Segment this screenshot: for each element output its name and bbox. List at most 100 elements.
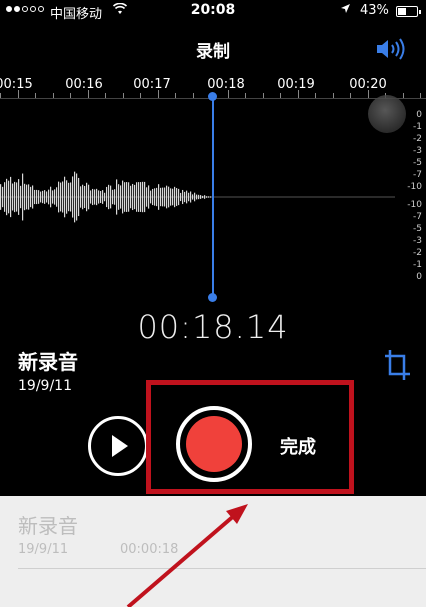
- waveform-bar: [98, 190, 100, 204]
- waveform-bar: [134, 184, 136, 210]
- waveform-bar: [162, 187, 164, 207]
- waveform-bar: [40, 191, 42, 203]
- waveform-bar: [80, 186, 82, 208]
- play-icon: [112, 435, 128, 457]
- timeline-tick-label: 00:16: [65, 77, 103, 92]
- waveform-bar: [114, 189, 116, 205]
- scrub-knob[interactable]: [368, 95, 406, 133]
- speaker-volume-icon[interactable]: [375, 38, 409, 60]
- waveform-bar: [130, 185, 132, 209]
- level-scale-label: -5: [413, 224, 422, 234]
- waveform-bar: [92, 188, 94, 206]
- waveform-bar: [22, 173, 24, 221]
- waveform-bar: [160, 187, 162, 207]
- waveform-bar: [82, 184, 84, 210]
- waveform-bar: [46, 191, 48, 203]
- level-scale-label: -2: [413, 134, 422, 144]
- waveform-bar: [142, 181, 144, 213]
- waveform-bar: [86, 182, 88, 212]
- page-title: 录制: [196, 42, 230, 62]
- waveform-bar: [94, 189, 96, 205]
- waveform-bar: [44, 190, 46, 204]
- trim-icon[interactable]: [382, 346, 412, 384]
- waveform-bar: [138, 182, 140, 212]
- waveform-bar: [190, 191, 192, 203]
- timeline-tick: [227, 90, 229, 98]
- level-scale-label: -3: [413, 236, 422, 246]
- waveform-bar: [56, 187, 58, 207]
- playhead-top-handle[interactable]: [208, 92, 217, 101]
- audio-waveform: [0, 171, 395, 223]
- waveform-bar: [8, 180, 10, 214]
- waveform-bar: [6, 178, 8, 216]
- waveform-bar: [110, 185, 112, 209]
- timeline-tick-label: 00:15: [0, 77, 33, 92]
- waveform-bar: [74, 171, 76, 223]
- waveform-bar: [200, 195, 202, 199]
- level-scale-label: -3: [413, 146, 422, 156]
- recording-name[interactable]: 新录音: [18, 346, 78, 375]
- waveform-bar: [198, 194, 200, 200]
- waveform-bar: [194, 192, 196, 202]
- waveform-bar: [188, 192, 190, 202]
- waveform-bar: [30, 186, 32, 208]
- waveform-bar: [100, 191, 102, 203]
- waveform-bar: [90, 190, 92, 204]
- list-item-name[interactable]: 新录音: [18, 510, 78, 539]
- annotation-highlight-box: [146, 380, 354, 494]
- play-button[interactable]: [88, 416, 148, 476]
- waveform-bar: [136, 182, 138, 212]
- timeline-tick: [297, 90, 299, 98]
- waveform-bar: [32, 185, 34, 209]
- waveform-bar: [146, 187, 148, 207]
- waveform-bar: [18, 179, 20, 215]
- waveform-bar: [34, 189, 36, 205]
- waveform-bar: [184, 191, 186, 203]
- timeline-tick: [157, 90, 159, 98]
- list-item-duration: 00:00:18: [120, 542, 179, 557]
- waveform-bar: [152, 188, 154, 206]
- waveform-bar: [10, 176, 12, 218]
- playhead-bottom-handle[interactable]: [208, 293, 217, 302]
- waveform-bar: [16, 182, 18, 212]
- waveform-bar: [158, 184, 160, 210]
- status-bar: 中国移动 20:08 43%: [0, 0, 426, 24]
- timeline-tick: [367, 90, 369, 98]
- waveform-bar: [64, 176, 66, 218]
- waveform-bar: [28, 184, 30, 210]
- location-arrow-icon: [340, 3, 351, 17]
- waveform-bar: [50, 186, 52, 208]
- waveform-bar: [172, 188, 174, 206]
- waveform-bar: [112, 189, 114, 205]
- waveform-bar: [168, 186, 170, 208]
- waveform-bar: [186, 190, 188, 204]
- waveform-bar: [140, 182, 142, 212]
- level-scale-label: -7: [413, 170, 422, 180]
- list-item-date: 19/9/11: [18, 542, 69, 557]
- waveform-bar: [42, 190, 44, 204]
- waveform-bar: [154, 188, 156, 206]
- timeline-tick: [17, 90, 19, 98]
- waveform-bar: [76, 173, 78, 221]
- waveform-bar: [164, 187, 166, 207]
- waveform-bar: [0, 184, 2, 210]
- waveform-bar: [170, 188, 172, 206]
- waveform-bar: [68, 182, 70, 212]
- waveform-bar: [148, 185, 150, 209]
- waveform-bar: [4, 182, 6, 212]
- waveform-bar: [192, 194, 194, 200]
- waveform-bar: [182, 189, 184, 205]
- waveform-bar: [66, 180, 68, 214]
- waveform-bar: [38, 190, 40, 204]
- waveform-bar: [2, 186, 4, 208]
- waveform-bar: [78, 177, 80, 217]
- waveform-bar: [120, 185, 122, 209]
- waveform-bar: [150, 190, 152, 204]
- waveform-bar: [84, 185, 86, 209]
- waveform-bar: [104, 192, 106, 202]
- waveform-bar: [26, 184, 28, 210]
- battery-icon: [396, 6, 421, 17]
- playhead[interactable]: [212, 96, 214, 298]
- waveform-bar: [108, 184, 110, 210]
- waveform-bar: [70, 182, 72, 212]
